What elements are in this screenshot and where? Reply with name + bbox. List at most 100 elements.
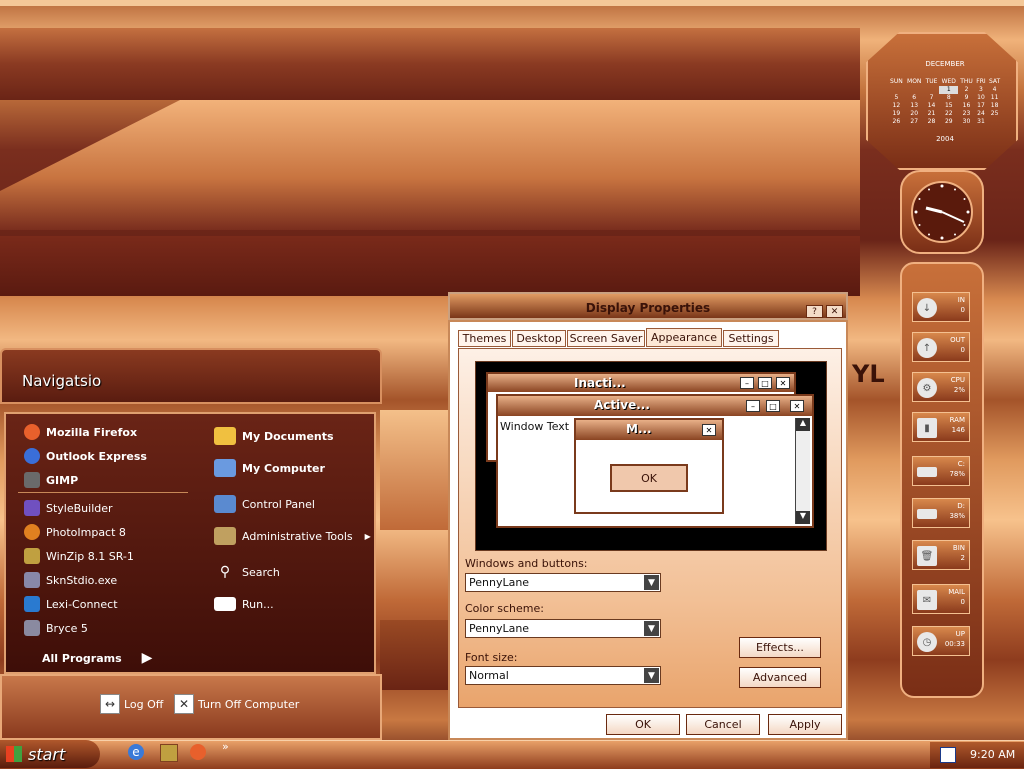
menu-item-search[interactable]: ⚲ Search xyxy=(214,562,280,582)
close-button[interactable]: ✕ xyxy=(826,305,843,318)
network-in-icon: ↓ xyxy=(917,298,937,318)
cpu-icon: ⚙ xyxy=(917,378,937,398)
tab-appearance[interactable]: Appearance xyxy=(646,328,722,347)
start-menu-body: Mozilla Firefox Outlook Express GIMP Sty… xyxy=(4,412,376,674)
drive-c-icon xyxy=(917,467,937,477)
color-scheme-label: Color scheme: xyxy=(465,602,544,615)
internet-explorer-icon[interactable]: e xyxy=(128,744,144,760)
winzip-icon[interactable] xyxy=(160,744,178,762)
folder-documents-icon xyxy=(214,427,236,445)
menu-item-gimp[interactable]: GIMP xyxy=(24,470,78,490)
chevron-down-icon: ▼ xyxy=(644,668,659,683)
monitor-mail: ✉ MAIL 0 xyxy=(912,584,970,614)
menu-item-control-panel[interactable]: Control Panel xyxy=(214,494,315,514)
start-menu-title: Navigatsio xyxy=(22,372,102,390)
apply-button[interactable]: Apply xyxy=(768,714,842,735)
menu-item-lexi-connect[interactable]: Lexi-Connect xyxy=(24,594,118,614)
monitor-uptime: ◷ UP 00:33 xyxy=(912,626,970,656)
tab-screen-saver[interactable]: Screen Saver xyxy=(567,330,645,347)
firefox-icon[interactable] xyxy=(190,744,206,760)
menu-item-winzip[interactable]: WinZip 8.1 SR-1 xyxy=(24,546,134,566)
ram-icon: ▮ xyxy=(917,418,937,438)
skinstudio-icon xyxy=(24,572,40,588)
tab-settings[interactable]: Settings xyxy=(723,330,779,347)
preview-scrollbar: ▲ ▼ xyxy=(795,418,810,524)
taskbar xyxy=(0,740,1024,769)
stylebuilder-icon xyxy=(24,500,40,516)
menu-item-outlook-express[interactable]: Outlook Express xyxy=(24,446,147,466)
menu-item-photoimpact[interactable]: PhotoImpact 8 xyxy=(24,522,126,542)
admin-tools-icon xyxy=(214,527,236,545)
menu-item-firefox[interactable]: Mozilla Firefox xyxy=(24,422,137,442)
system-tray: 9:20 AM xyxy=(930,742,1024,768)
monitor-drive-d: D: 38% xyxy=(912,498,970,528)
lexi-connect-icon xyxy=(24,596,40,612)
outlook-express-icon xyxy=(24,448,40,464)
start-menu-header: Navigatsio xyxy=(0,348,382,404)
mail-icon: ✉ xyxy=(917,590,937,610)
start-button[interactable]: start xyxy=(0,740,100,768)
chevron-down-icon: ▼ xyxy=(644,621,659,636)
quick-launch-chevron[interactable]: » xyxy=(222,740,229,753)
tab-desktop[interactable]: Desktop xyxy=(512,330,566,347)
photoimpact-icon xyxy=(24,524,40,540)
bryce-icon xyxy=(24,620,40,636)
firefox-icon xyxy=(24,424,40,440)
search-icon: ⚲ xyxy=(219,564,231,580)
title-bar[interactable]: Display Properties ? ✕ xyxy=(448,292,848,320)
font-size-select[interactable]: Normal ▼ xyxy=(465,666,661,685)
menu-item-bryce[interactable]: Bryce 5 xyxy=(24,618,88,638)
start-label: start xyxy=(28,745,66,764)
display-properties-window: Display Properties ? ✕ Themes Desktop Sc… xyxy=(448,292,848,740)
winzip-icon xyxy=(24,548,40,564)
menu-item-run[interactable]: Run... xyxy=(214,594,274,614)
menu-item-skinstudio[interactable]: SknStdio.exe xyxy=(24,570,117,590)
monitor-ram: ▮ RAM 146 xyxy=(912,412,970,442)
power-icon: ✕ xyxy=(174,694,194,714)
arrow-right-icon: ▶ xyxy=(364,531,371,541)
desktop-watermark-text: YL xyxy=(852,360,885,388)
menu-item-my-computer[interactable]: My Computer xyxy=(214,458,325,478)
windows-logo-icon xyxy=(6,746,22,762)
taskbar-clock[interactable]: 9:20 AM xyxy=(970,748,1015,761)
message-box-title: M... xyxy=(626,422,652,436)
log-off-button[interactable]: ↔ Log Off xyxy=(100,694,163,714)
menu-item-my-documents[interactable]: My Documents xyxy=(214,426,334,446)
calendar-today: 1 xyxy=(939,86,959,94)
inactive-window-title: Inacti... xyxy=(574,376,626,390)
window-title: Display Properties xyxy=(585,301,711,315)
log-off-icon: ↔ xyxy=(100,694,120,714)
active-window-title: Active... xyxy=(594,398,650,412)
cancel-button[interactable]: Cancel xyxy=(686,714,760,735)
menu-item-stylebuilder[interactable]: StyleBuilder xyxy=(24,498,113,518)
monitor-cpu: ⚙ CPU 2% xyxy=(912,372,970,402)
calendar-month: DECEMBER xyxy=(925,60,965,68)
start-menu: Navigatsio Mozilla Firefox Outlook Expre… xyxy=(0,348,382,740)
font-size-label: Font size: xyxy=(465,651,518,664)
arrow-right-icon: ▶ xyxy=(141,650,153,666)
appearance-panel: Inacti... – □ ✕ Active... – □ ✕ Window Text … xyxy=(458,348,842,708)
advanced-button[interactable]: Advanced xyxy=(739,667,821,688)
help-button[interactable]: ? xyxy=(806,305,823,318)
preview-message-box: M... ✕ OK xyxy=(574,418,724,514)
analog-clock-icon xyxy=(911,181,973,243)
close-icon: ✕ xyxy=(830,306,839,317)
window-text-sample: Window Text xyxy=(500,420,570,433)
windows-buttons-label: Windows and buttons: xyxy=(465,557,588,570)
calendar-grid: SUN MON TUE WED THU FRI SAT 1234 5 6 7 8 9 10 11 12 1… xyxy=(890,78,1001,125)
tab-themes[interactable]: Themes xyxy=(458,330,511,347)
recycle-bin-icon: 🗑 xyxy=(917,546,937,566)
turn-off-computer-button[interactable]: ✕ Turn Off Computer xyxy=(174,694,299,714)
effects-button[interactable]: Effects... xyxy=(739,637,821,658)
all-programs-button[interactable]: All Programs ▶ xyxy=(42,648,152,668)
tray-network-icon[interactable] xyxy=(940,747,956,763)
run-icon xyxy=(214,597,236,611)
drive-d-icon xyxy=(917,509,937,519)
menu-item-administrative-tools[interactable]: Administrative Tools ▶ xyxy=(214,526,371,546)
computer-icon xyxy=(214,459,236,477)
windows-buttons-select[interactable]: PennyLane ▼ xyxy=(465,573,661,592)
chevron-down-icon: ▼ xyxy=(644,575,659,590)
ok-button[interactable]: OK xyxy=(606,714,680,735)
color-scheme-select[interactable]: PennyLane ▼ xyxy=(465,619,661,638)
monitor-in: ↓ IN 0 xyxy=(912,292,970,322)
